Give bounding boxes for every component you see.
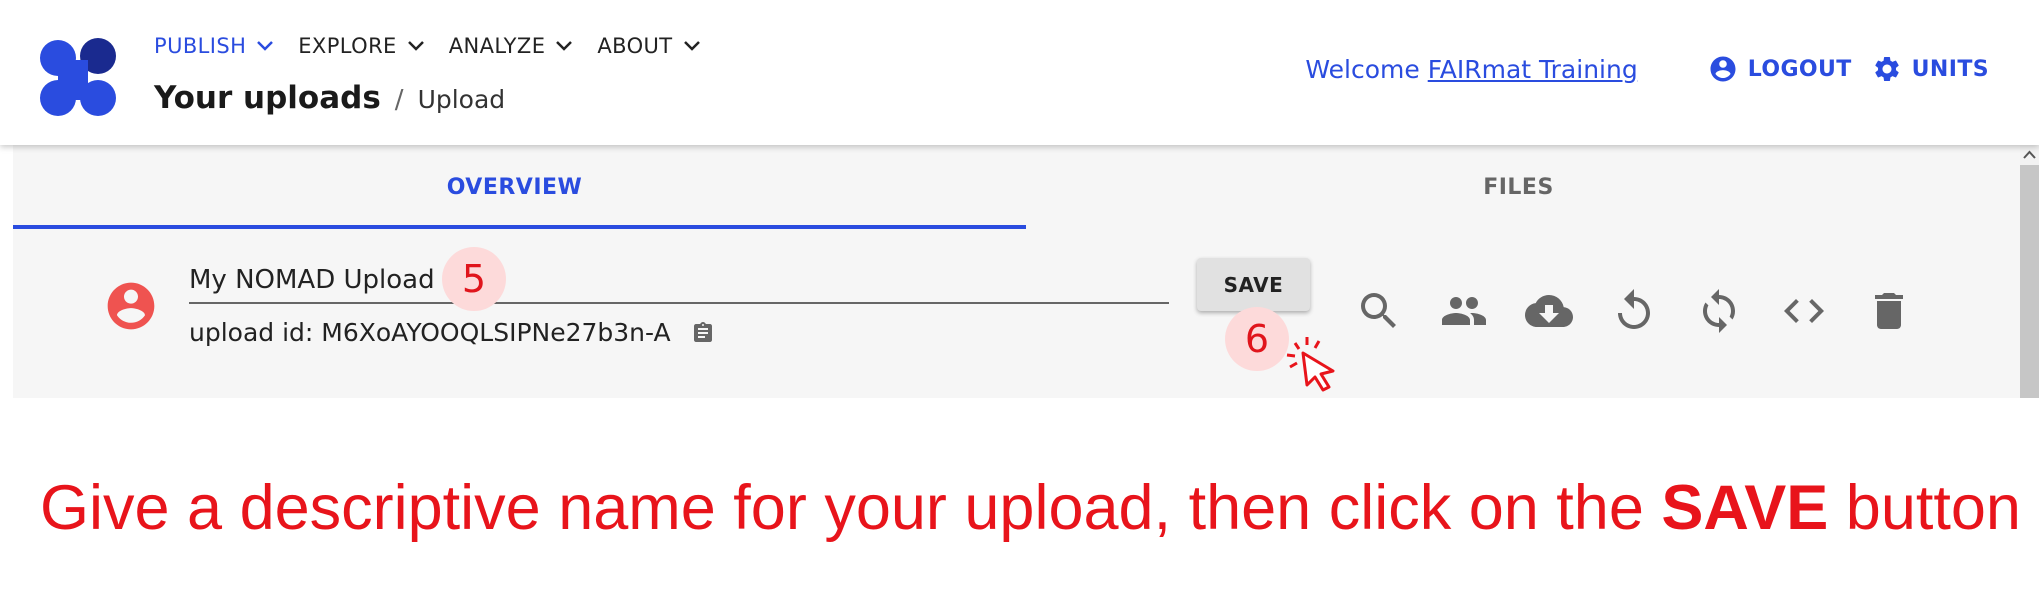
reprocess-button[interactable]: [1610, 287, 1658, 335]
welcome-prefix: Welcome: [1305, 54, 1420, 84]
clipboard-icon[interactable]: [691, 320, 715, 346]
main-menu: PUBLISH EXPLORE ANALYZE ABOUT: [154, 34, 725, 58]
welcome-text: Welcome FAIRmat Training: [1305, 55, 1637, 84]
tab-overview[interactable]: OVERVIEW: [13, 145, 1016, 230]
breadcrumb-current: Upload: [417, 85, 506, 114]
scrollbar-track[interactable]: [2020, 145, 2039, 398]
units-button[interactable]: UNITS: [1872, 54, 1989, 84]
upload-id-text: upload id: M6XoAYOOQLSIPNe27b3n-A: [189, 318, 671, 347]
chevron-down-icon: [407, 41, 424, 51]
menu-about-label: ABOUT: [597, 34, 673, 58]
breadcrumb-separator: /: [394, 85, 404, 115]
search-icon: [1361, 293, 1396, 328]
undo-icon: [1618, 289, 1650, 329]
code-icon: [1784, 299, 1824, 323]
upload-name-value: My NOMAD Upload: [189, 265, 435, 295]
save-button[interactable]: SAVE: [1197, 258, 1310, 311]
tab-files[interactable]: FILES: [1017, 145, 2020, 230]
api-button[interactable]: [1780, 287, 1828, 335]
upload-page-content: OVERVIEW FILES My NOMAD Upload upload id…: [13, 145, 2020, 398]
menu-about[interactable]: ABOUT: [597, 34, 700, 58]
menu-explore[interactable]: EXPLORE: [298, 34, 424, 58]
units-label: UNITS: [1911, 56, 1989, 82]
instruction-text: Give a descriptive name for your upload,…: [40, 472, 2021, 544]
cloud-download-icon: [1525, 295, 1573, 327]
delete-icon: [1875, 293, 1903, 329]
step-badge-6: 6: [1225, 307, 1289, 371]
menu-publish[interactable]: PUBLISH: [154, 34, 274, 58]
download-button[interactable]: [1525, 287, 1573, 335]
breadcrumb: Your uploads / Upload: [154, 80, 505, 116]
delete-button[interactable]: [1865, 287, 1913, 335]
nomad-logo[interactable]: [38, 38, 118, 118]
account-circle-icon: [1710, 56, 1736, 82]
chevron-down-icon: [683, 41, 700, 51]
instruction-save-word: SAVE: [1661, 473, 1829, 543]
user-area: Welcome FAIRmat Training LOGOUT UNITS: [1305, 54, 1989, 84]
chevron-down-icon: [257, 41, 274, 51]
search-button[interactable]: [1355, 287, 1403, 335]
group-icon: [1442, 297, 1486, 325]
logout-label: LOGOUT: [1747, 56, 1852, 82]
scroll-up-button[interactable]: [2020, 145, 2039, 165]
user-name-link[interactable]: FAIRmat Training: [1428, 55, 1638, 84]
menu-analyze-label: ANALYZE: [448, 34, 546, 58]
members-button[interactable]: [1440, 287, 1488, 335]
tab-bar: OVERVIEW FILES: [13, 145, 2020, 230]
menu-analyze[interactable]: ANALYZE: [449, 34, 574, 58]
gear-icon: [1874, 56, 1899, 81]
menu-explore-label: EXPLORE: [298, 34, 397, 58]
step-badge-5: 5: [442, 247, 506, 311]
app-bar: PUBLISH EXPLORE ANALYZE ABOUT Your uploa…: [0, 0, 2039, 145]
sync-icon: [1703, 289, 1735, 333]
instruction-suffix: button: [1845, 473, 2021, 543]
upload-id-row: upload id: M6XoAYOOQLSIPNe27b3n-A: [189, 318, 715, 347]
logout-button[interactable]: LOGOUT: [1708, 54, 1852, 84]
chevron-up-icon: [2023, 150, 2036, 159]
account-circle-icon: [107, 282, 155, 330]
chevron-down-icon: [556, 41, 573, 51]
menu-publish-label: PUBLISH: [154, 34, 247, 58]
upload-name-input[interactable]: My NOMAD Upload: [189, 257, 1169, 304]
sync-button[interactable]: [1695, 287, 1743, 335]
click-cursor-icon: [1286, 337, 1335, 392]
upload-header-row: My NOMAD Upload upload id: M6XoAYOOQLSIP…: [13, 230, 2020, 398]
breadcrumb-your-uploads[interactable]: Your uploads: [154, 80, 381, 116]
active-tab-indicator: [13, 225, 1026, 229]
instruction-prefix: Give a descriptive name for your upload,…: [40, 473, 1644, 543]
